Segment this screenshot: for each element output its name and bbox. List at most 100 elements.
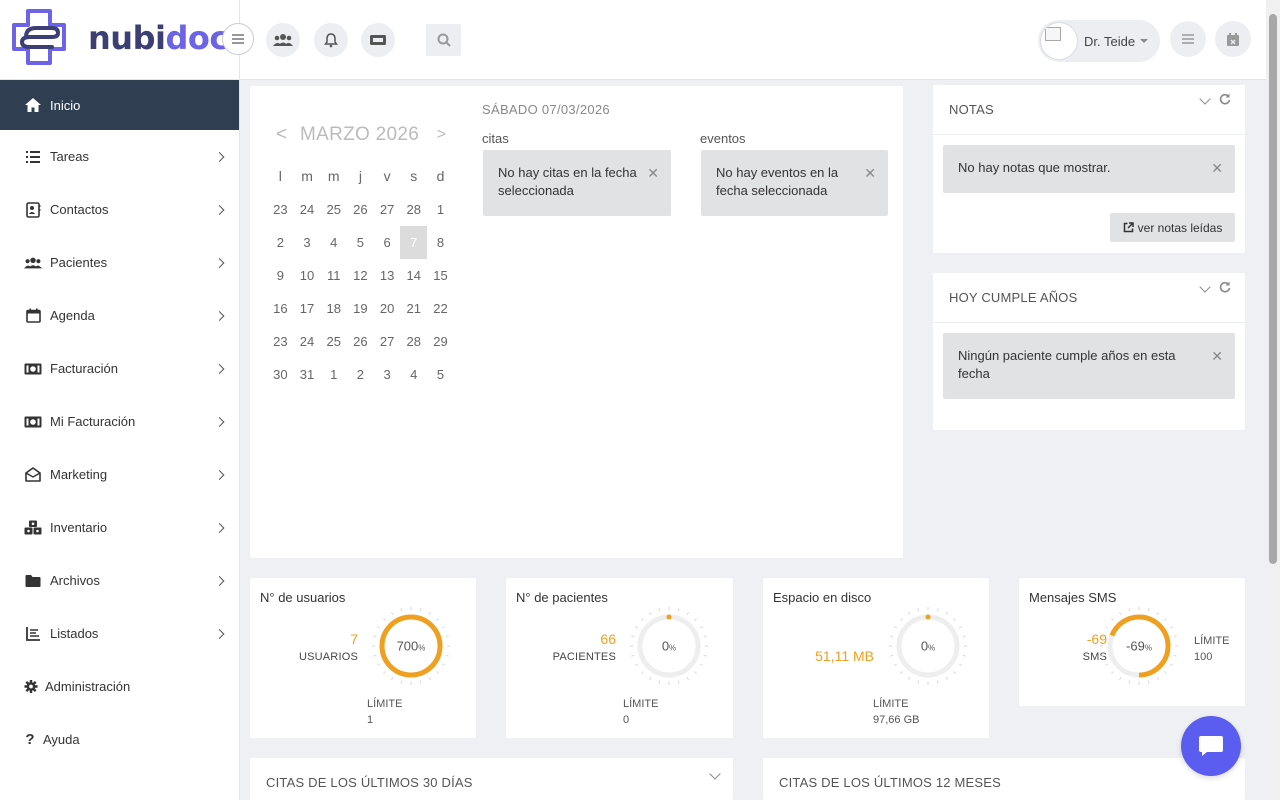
close-icon[interactable]: ✕ [1211,159,1223,177]
sidebar-item-mi-facturacion[interactable]: Mi Facturación [0,395,239,448]
nubidoc-logo[interactable]: nubidoc [12,9,228,65]
sidebar-item-facturacion[interactable]: Facturación [0,342,239,395]
sidebar-item-marketing[interactable]: Marketing [0,448,239,501]
calendar-day[interactable]: 5 [347,226,374,259]
user-menu[interactable]: Dr. Teide [1038,20,1160,62]
calendar-day[interactable]: 3 [374,358,401,391]
calendar-day[interactable]: 8 [427,226,454,259]
refresh-icon[interactable] [1219,281,1231,293]
calendar-day[interactable]: 31 [294,358,321,391]
ver-notas-leidas-button[interactable]: ver notas leídas [1110,213,1235,242]
refresh-icon[interactable] [1219,93,1231,105]
calendar-day[interactable]: 2 [267,226,294,259]
calendar-day[interactable]: 26 [347,193,374,226]
calendar-day[interactable]: 25 [320,193,347,226]
calendar-day[interactable]: 27 [374,325,401,358]
calendar-day[interactable]: 25 [320,325,347,358]
calendar-day[interactable]: 27 [374,193,401,226]
disco-value: 51,11 MB [815,648,874,664]
calendar-day[interactable]: 12 [347,259,374,292]
calendar-day[interactable]: 24 [294,193,321,226]
menu-toggle-button[interactable] [222,23,254,55]
sidebar-item-pacientes[interactable]: Pacientes [0,236,239,289]
calendar-day[interactable]: 4 [400,358,427,391]
notifications-button[interactable] [314,23,348,57]
sidebar-item-listados[interactable]: Listados [0,607,239,660]
sidebar-item-administracion[interactable]: Administración [0,660,239,713]
chevron-down-icon[interactable] [1199,281,1211,293]
gauge-tick [1104,663,1109,666]
calendar-prev-button[interactable]: < [276,124,287,146]
calendar-day[interactable]: 16 [267,292,294,325]
calendar-day[interactable]: 9 [267,259,294,292]
calendar-day[interactable]: 28 [400,325,427,358]
gauge-tick [953,671,956,674]
calendar-day[interactable]: 14 [400,259,427,292]
calendar-day[interactable]: 24 [294,325,321,358]
notas-message-text: No hay notas que mostrar. [958,160,1111,175]
close-icon[interactable]: ✕ [864,164,876,182]
limit-value: 1 [367,714,374,726]
calendar-clear-button[interactable] [1215,21,1251,57]
calendar-day[interactable]: 10 [294,259,321,292]
gauge-tick [634,626,639,629]
calendar-day[interactable]: 1 [320,358,347,391]
gauge-tick [1104,626,1109,629]
sidebar-item-contactos[interactable]: Contactos [0,183,239,236]
users-button[interactable] [266,23,300,57]
calendar-day[interactable]: 28 [400,193,427,226]
calendar-day[interactable]: 26 [347,325,374,358]
tickets-button[interactable] [361,23,395,57]
calendar-day[interactable]: 23 [267,325,294,358]
calendar-day[interactable]: 19 [347,292,374,325]
calendar-day[interactable]: 20 [374,292,401,325]
calendar-day[interactable]: 1 [427,193,454,226]
gauge-tick [945,676,948,681]
limit-value: 0 [623,714,630,726]
notas-message: No hay notas que mostrar. ✕ [943,145,1235,193]
usuarios-gauge: 700% [372,607,450,685]
calendar-day[interactable]: 21 [400,292,427,325]
scroll-thumb[interactable] [1269,14,1277,564]
calendar-day[interactable]: 5 [427,358,454,391]
gauge-tick [658,680,661,684]
search-button[interactable] [426,24,461,56]
calendar-day[interactable]: 6 [374,226,401,259]
calendar-day[interactable]: 3 [294,226,321,259]
sidebar-item-agenda[interactable]: Agenda [0,289,239,342]
sidebar-item-archivos[interactable]: Archivos [0,554,239,607]
gauge-tick [419,608,422,612]
sidebar-item-tareas[interactable]: Tareas [0,130,239,183]
gauge-tick [631,654,635,657]
calendar-weekday: s [410,168,418,184]
calendar-day[interactable]: 15 [427,259,454,292]
close-icon[interactable]: ✕ [1211,347,1223,365]
sidebar-item-inicio[interactable]: Inicio [0,80,239,130]
calendar-next-button[interactable]: > [437,126,446,146]
sidebar-item-ayuda[interactable]: ? Ayuda [0,713,239,766]
calendar-day[interactable]: 11 [320,259,347,292]
calendar-day[interactable]: 30 [267,358,294,391]
search-icon [437,33,451,47]
chat-button[interactable] [1181,716,1241,776]
calendar-day[interactable]: 17 [294,292,321,325]
calendar-day[interactable]: 4 [320,226,347,259]
options-menu-button[interactable] [1170,21,1206,57]
calendar-day[interactable]: 29 [427,325,454,358]
citas-message: No hay citas en la fecha seleccionada ✕ [483,150,671,216]
calendar-day[interactable]: 23 [267,193,294,226]
page-scrollbar[interactable] [1266,0,1280,800]
gauge-tick [1147,608,1150,612]
calendar-day[interactable]: 18 [320,292,347,325]
close-icon[interactable]: ✕ [647,164,659,182]
calendar-day-selected[interactable]: 7 [400,226,428,259]
disco-gauge: 0% [889,607,967,685]
gauge-tick [1128,680,1131,684]
cubes-icon [24,520,42,536]
chevron-down-icon[interactable] [709,768,721,780]
calendar-day[interactable]: 22 [427,292,454,325]
chevron-down-icon[interactable] [1199,93,1211,105]
calendar-day[interactable]: 2 [347,358,374,391]
calendar-day[interactable]: 13 [374,259,401,292]
sidebar-item-inventario[interactable]: Inventario [0,501,239,554]
